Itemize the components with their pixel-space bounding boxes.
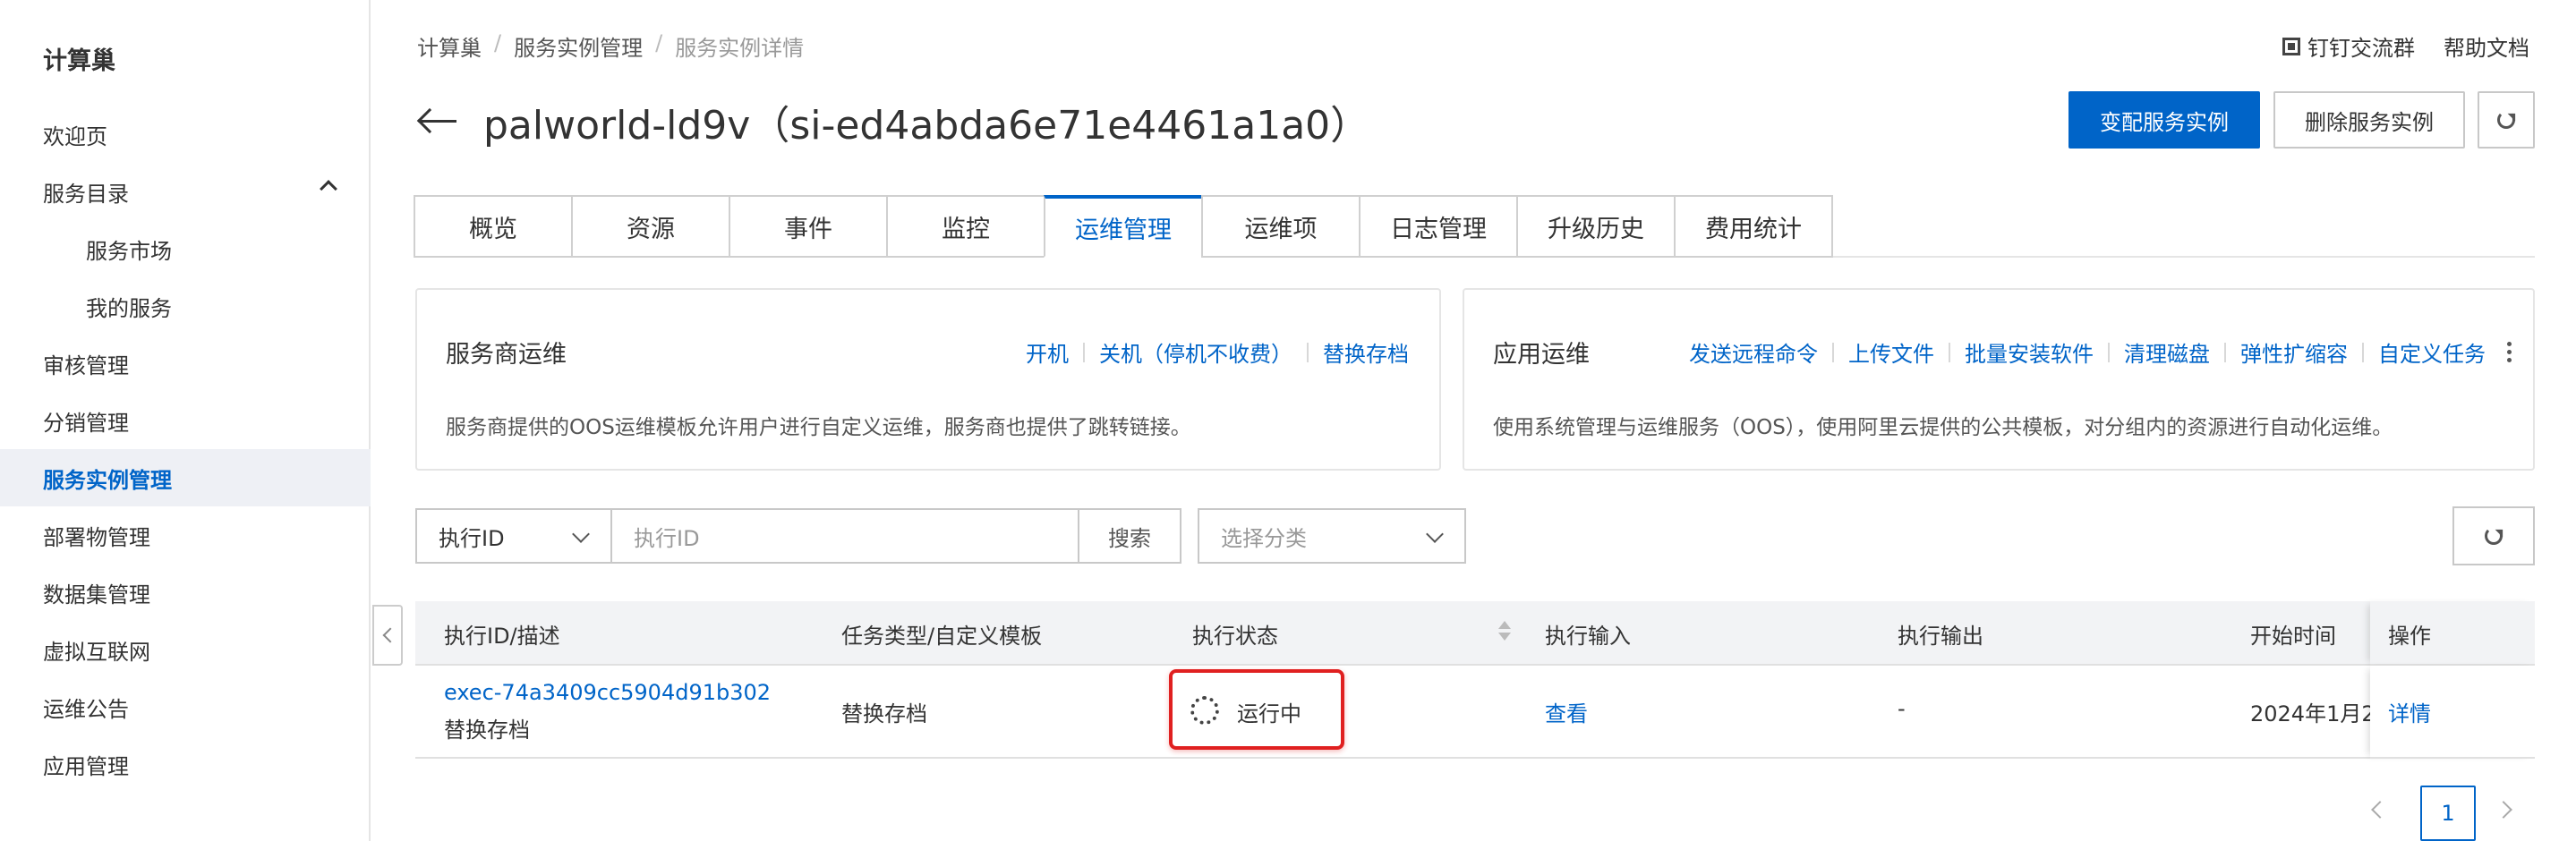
batch-install-link[interactable]: 批量安装软件 — [1950, 336, 2108, 368]
page-title: palworld-ld9v（si-ed4abda6e71e4461a1a0） — [483, 103, 1370, 149]
col-header-start-time: 开始时间 — [2250, 623, 2336, 649]
exec-output: - — [1898, 696, 1906, 721]
sidebar-item-distribution[interactable]: 分销管理 — [0, 392, 371, 449]
chevron-down-icon — [1426, 525, 1444, 543]
tab-events[interactable]: 事件 — [729, 195, 888, 258]
exec-desc: 替换存档 — [444, 718, 530, 743]
provider-ops-card: 服务商运维 开机 关机（停机不收费） 替换存档 服务商提供的OOS运维模板允许用… — [415, 288, 1441, 471]
breadcrumb-separator: / — [494, 30, 502, 55]
sidebar-item-label: 服务目录 — [43, 181, 129, 207]
breadcrumb-item[interactable]: 服务实例管理 — [514, 30, 643, 62]
sidebar-item-artifacts[interactable]: 部署物管理 — [0, 506, 371, 564]
sidebar-item-instance-management[interactable]: 服务实例管理 — [0, 449, 371, 506]
power-on-link[interactable]: 开机 — [1011, 336, 1083, 368]
action-cell: 详情 — [2370, 666, 2535, 759]
refresh-icon — [2497, 111, 2515, 129]
remote-command-link[interactable]: 发送远程命令 — [1675, 336, 1832, 368]
sidebar-item-app-management[interactable]: 应用管理 — [0, 735, 371, 793]
help-link[interactable]: 帮助文档 — [2444, 30, 2529, 62]
tab-overview[interactable]: 概览 — [414, 195, 573, 258]
chevron-down-icon — [572, 525, 590, 543]
upload-file-link[interactable]: 上传文件 — [1834, 336, 1949, 368]
custom-task-link[interactable]: 自定义任务 — [2364, 336, 2486, 368]
col-header-exec-id: 执行ID/描述 — [444, 623, 560, 649]
tab-upgrade-history[interactable]: 升级历史 — [1516, 195, 1676, 258]
col-header-action-cell: 操作 — [2370, 601, 2535, 666]
prev-page-icon[interactable] — [2371, 801, 2389, 819]
clean-disk-link[interactable]: 清理磁盘 — [2110, 336, 2224, 368]
page-number-current[interactable]: 1 — [2420, 786, 2476, 841]
table-row: exec-74a3409cc5904d91b302 替换存档 替换存档 运行中 … — [415, 666, 2535, 759]
status-highlight-box — [1169, 669, 1344, 750]
sidebar-item-virtual-network[interactable]: 虚拟互联网 — [0, 621, 371, 678]
app-ops-desc: 使用系统管理与运维服务（OOS），使用阿里云提供的公共模板，对分组内的资源进行自… — [1493, 416, 2393, 439]
refresh-icon — [2485, 527, 2503, 545]
refresh-button[interactable] — [2478, 91, 2535, 149]
delete-instance-button[interactable]: 删除服务实例 — [2273, 91, 2465, 149]
details-link[interactable]: 详情 — [2388, 696, 2431, 727]
autoscale-link[interactable]: 弹性扩缩容 — [2226, 336, 2362, 368]
tab-ops-items[interactable]: 运维项 — [1201, 195, 1361, 258]
top-links: 钉钉交流群 帮助文档 — [2282, 30, 2529, 62]
sidebar-item-review[interactable]: 审核管理 — [0, 335, 371, 392]
col-header-input: 执行输入 — [1545, 623, 1631, 649]
more-icon[interactable] — [2507, 342, 2512, 362]
provider-ops-title: 服务商运维 — [446, 341, 567, 369]
exec-id-link[interactable]: exec-74a3409cc5904d91b302 — [444, 680, 771, 705]
start-time: 2024年1月2 — [2250, 701, 2376, 726]
tab-bar: 概览 资源 事件 监控 运维管理 运维项 日志管理 升级历史 费用统计 — [414, 195, 1833, 258]
provider-ops-actions: 开机 关机（停机不收费） 替换存档 — [1011, 336, 1409, 368]
search-button[interactable]: 搜索 — [1078, 508, 1181, 564]
sidebar-collapse-button[interactable] — [372, 605, 403, 666]
power-off-link[interactable]: 关机（停机不收费） — [1085, 336, 1307, 368]
dingtalk-link[interactable]: 钉钉交流群 — [2282, 30, 2415, 62]
search-input[interactable]: 执行ID — [610, 508, 1079, 564]
tab-monitoring[interactable]: 监控 — [886, 195, 1045, 258]
replace-save-link[interactable]: 替换存档 — [1309, 336, 1409, 368]
change-instance-button[interactable]: 变配服务实例 — [2068, 91, 2260, 149]
dingtalk-label: 钉钉交流群 — [2307, 36, 2415, 61]
sidebar-item-service-market[interactable]: 服务市场 — [0, 220, 371, 277]
app-ops-title: 应用运维 — [1493, 341, 1590, 369]
chevron-up-icon — [320, 180, 337, 198]
category-select-placeholder: 选择分类 — [1221, 525, 1307, 551]
chevron-left-icon — [382, 627, 398, 643]
table-header: 执行ID/描述 任务类型/自定义模板 执行状态 执行输入 执行输出 开始时间 — [415, 601, 2535, 666]
view-input-link[interactable]: 查看 — [1545, 696, 1588, 727]
category-select[interactable]: 选择分类 — [1198, 508, 1466, 564]
col-header-output: 执行输出 — [1898, 623, 1983, 649]
app-ops-actions: 发送远程命令 上传文件 批量安装软件 清理磁盘 弹性扩缩容 自定义任务 — [1675, 336, 2512, 368]
next-page-icon[interactable] — [2495, 801, 2512, 819]
tab-resources[interactable]: 资源 — [571, 195, 730, 258]
app-ops-card: 应用运维 发送远程命令 上传文件 批量安装软件 清理磁盘 弹性扩缩容 自定义任务… — [1463, 288, 2535, 471]
sidebar-title: 计算巢 — [43, 47, 115, 75]
back-arrow-icon[interactable] — [416, 106, 456, 138]
sidebar-item-datasets[interactable]: 数据集管理 — [0, 564, 371, 621]
sort-icon[interactable] — [1498, 621, 1511, 641]
sidebar-item-my-services[interactable]: 我的服务 — [0, 277, 371, 335]
provider-ops-desc: 服务商提供的OOS运维模板允许用户进行自定义运维，服务商也提供了跳转链接。 — [446, 416, 1191, 439]
title-row: palworld-ld9v（si-ed4abda6e71e4461a1a0） — [416, 93, 1370, 150]
col-header-status: 执行状态 — [1192, 623, 1278, 649]
sidebar-item-ops-notice[interactable]: 运维公告 — [0, 678, 371, 735]
qrcode-icon — [2282, 37, 2300, 55]
breadcrumb-item[interactable]: 计算巢 — [417, 30, 482, 62]
sidebar-item-welcome[interactable]: 欢迎页 — [0, 106, 371, 163]
app-root: 计算巢 欢迎页 服务目录 服务市场 我的服务 审核管理 分销管理 服务实例管理 … — [0, 0, 2576, 841]
breadcrumb: 计算巢 / 服务实例管理 / 服务实例详情 — [417, 30, 804, 62]
tab-ops-management[interactable]: 运维管理 — [1044, 195, 1203, 258]
sidebar-item-service-catalog[interactable]: 服务目录 — [0, 163, 371, 220]
tab-logs[interactable]: 日志管理 — [1359, 195, 1518, 258]
sidebar: 计算巢 欢迎页 服务目录 服务市场 我的服务 审核管理 分销管理 服务实例管理 … — [0, 0, 371, 841]
task-type: 替换存档 — [841, 701, 927, 726]
breadcrumb-current: 服务实例详情 — [675, 36, 805, 61]
col-header-task-type: 任务类型/自定义模板 — [841, 623, 1043, 649]
field-select-value: 执行ID — [439, 525, 505, 551]
tab-cost-stats[interactable]: 费用统计 — [1674, 195, 1833, 258]
table-refresh-button[interactable] — [2452, 506, 2535, 565]
breadcrumb-separator: / — [655, 30, 663, 55]
col-header-action: 操作 — [2388, 623, 2431, 649]
field-select[interactable]: 执行ID — [415, 508, 612, 564]
